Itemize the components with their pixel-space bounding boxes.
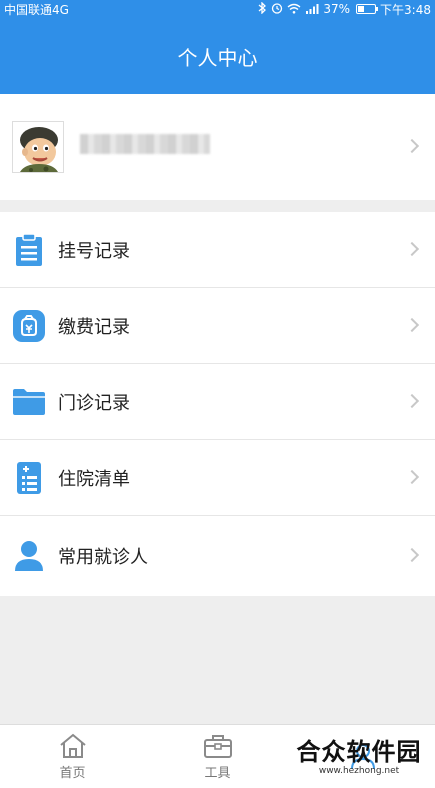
- clock: 下午3:48: [380, 2, 431, 17]
- signal-icon: [305, 3, 319, 16]
- menu-item-frequent-patients[interactable]: 常用就诊人: [0, 516, 435, 596]
- menu-item-label: 常用就诊人: [58, 547, 148, 568]
- chevron-right-icon: [404, 317, 420, 332]
- menu-item-label: 门诊记录: [58, 392, 130, 414]
- tab-home[interactable]: 首页: [0, 725, 145, 788]
- chevron-right-icon: [404, 241, 420, 256]
- wallet-icon: [12, 309, 46, 343]
- carrier-label: 中国联通4G: [4, 2, 69, 17]
- status-bar: 中国联通4G 37% 下午3:48: [0, 0, 435, 18]
- page-title: 个人中心: [177, 45, 258, 70]
- menu-list: 挂号记录 缴费记录 门诊记录 住院清单 常用就诊人: [0, 212, 435, 596]
- tab-tools[interactable]: 工具: [145, 725, 290, 788]
- toolbox-icon: [203, 735, 232, 758]
- watermark-subtitle: www.hezhong.net: [318, 766, 400, 776]
- watermark-logo: 合众软件园 www.hezhong.net: [289, 738, 429, 784]
- menu-item-registration-records[interactable]: 挂号记录: [0, 212, 435, 288]
- chevron-right-icon: [404, 547, 420, 563]
- battery-percent: 37%: [323, 2, 351, 16]
- menu-item-inpatient-list[interactable]: 住院清单: [0, 440, 435, 516]
- profile-card[interactable]: [0, 94, 435, 200]
- chevron-right-icon: [404, 393, 420, 408]
- watermark-title: 合众软件园: [296, 738, 422, 766]
- tab-label: 工具: [204, 766, 231, 781]
- tab-label: 首页: [59, 766, 86, 781]
- chevron-right-icon: [404, 138, 420, 154]
- menu-item-label: 缴费记录: [58, 316, 130, 338]
- wifi-icon: [287, 3, 301, 16]
- folder-icon: [12, 385, 46, 419]
- home-icon: [59, 733, 86, 758]
- list-icon: [12, 461, 46, 495]
- avatar-cartoon-soldier-icon: [13, 122, 63, 172]
- bluetooth-icon: [258, 1, 267, 16]
- alarm-icon: [271, 2, 283, 16]
- menu-item-payment-records[interactable]: 缴费记录: [0, 288, 435, 364]
- battery-icon: [356, 4, 379, 14]
- clipboard-icon: [12, 232, 46, 267]
- menu-item-label: 挂号记录: [58, 240, 130, 262]
- avatar: [12, 121, 64, 173]
- chevron-right-icon: [404, 469, 420, 484]
- menu-item-outpatient-records[interactable]: 门诊记录: [0, 364, 435, 440]
- person-icon: [12, 539, 46, 573]
- username-redacted: [80, 134, 210, 154]
- header: 个人中心: [0, 18, 435, 94]
- menu-item-label: 住院清单: [58, 468, 130, 490]
